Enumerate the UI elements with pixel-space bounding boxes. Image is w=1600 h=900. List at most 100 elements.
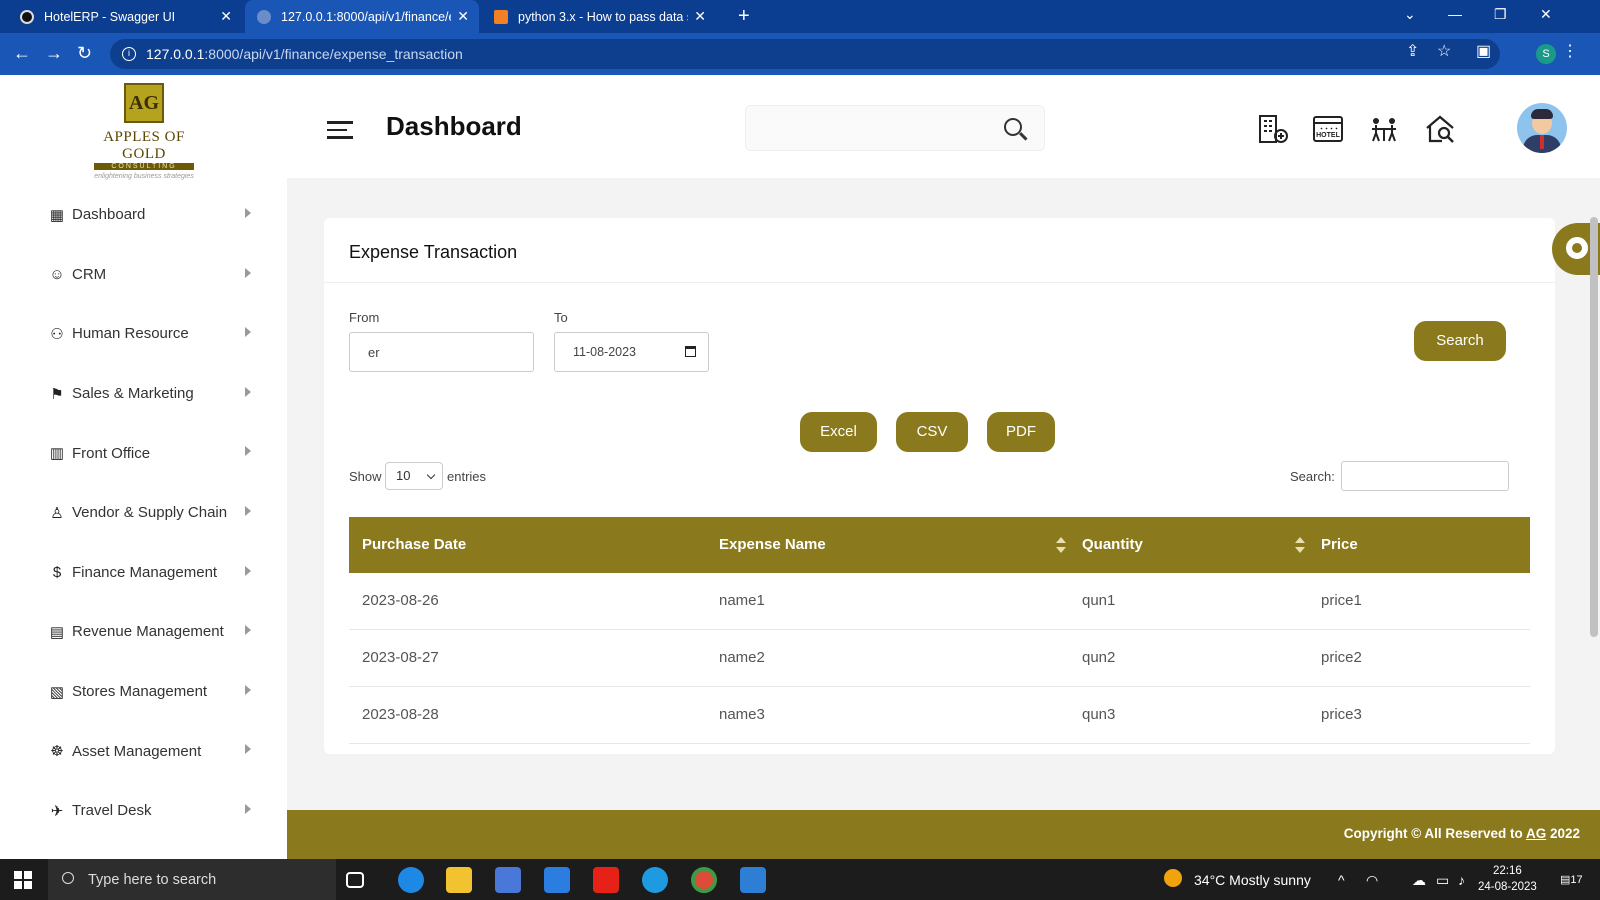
chrome-icon[interactable] [691,867,717,893]
sidebar-item-asset-management[interactable]: ☸ Asset Management [47,721,257,781]
card-title: Expense Transaction [349,242,518,262]
from-field[interactable]: er [349,332,534,372]
sidebar-item-travel-desk[interactable]: ✈ Travel Desk [47,781,257,841]
caret-right-icon [245,684,251,695]
column-header-quantity[interactable]: Quantity [1082,536,1143,553]
volume-icon[interactable]: ♪ [1458,872,1465,888]
battery-icon[interactable]: ▭ [1436,872,1449,889]
pdf-button[interactable]: PDF [987,412,1055,452]
table-row: 2023-08-26 name1 qun1 price1 [349,573,1530,630]
home-search-icon[interactable] [1424,113,1456,145]
table-header: Purchase Date Expense Name Quantity Pric… [349,517,1530,573]
sidebar-item-label: Front Office [72,444,151,462]
taskbar-search-input[interactable]: Type here to search [48,859,336,900]
copyright-link[interactable]: AG [1526,826,1546,841]
sidebar-item-front-office[interactable]: ▥ Front Office [47,423,257,483]
sidebar-item-label: Vendor & Supply Chain [72,504,228,522]
column-header-expense-name[interactable]: Expense Name [719,536,826,553]
cell-expense-name: name1 [719,592,765,609]
url-field[interactable]: i 127.0.0.1:8000/api/v1/finance/expense_… [110,39,1500,69]
to-date-field[interactable]: 11-08-2023 [554,332,709,372]
task-view-icon[interactable] [346,872,364,888]
browser-profile-avatar[interactable]: S [1536,44,1556,64]
maximize-icon[interactable]: ❐ [1494,6,1507,23]
vscode-icon[interactable] [740,867,766,893]
sidebar-item-crm[interactable]: ☺ CRM [47,245,257,305]
minimize-icon[interactable]: — [1448,6,1462,22]
browser-tab-expense[interactable]: 127.0.0.1:8000/api/v1/finance/ex ✕ [245,0,479,33]
table-row: 2023-08-27 name2 qun2 price2 [349,630,1530,687]
add-building-icon[interactable] [1257,113,1289,145]
site-info-icon[interactable]: i [122,47,136,61]
bookmark-star-icon[interactable]: ☆ [1437,41,1451,61]
entries-label: entries [447,469,487,484]
wifi-icon[interactable]: ◠ [1366,872,1378,889]
entries-select[interactable]: 10 [385,462,443,490]
column-header-purchase-date[interactable]: Purchase Date [362,536,466,553]
weather-text[interactable]: 34°C Mostly sunny [1194,872,1311,888]
notification-count: 17 [1570,874,1583,886]
youtube-icon[interactable] [593,867,619,893]
sidebar-item-human-resource[interactable]: ⚇ Human Resource [47,304,257,364]
stores-icon: ▧ [49,683,65,701]
sidebar-item-sales-marketing[interactable]: ⚑ Sales & Marketing [47,364,257,424]
sidebar-item-dashboard[interactable]: ▦ Dashboard [47,185,257,245]
browser-menu-icon[interactable]: ⋮ [1562,41,1578,61]
sidebar-item-finance-management[interactable]: $ Finance Management [47,543,257,603]
column-header-price[interactable]: Price [1321,536,1358,553]
cell-price: price3 [1321,706,1362,723]
hamburger-menu-icon[interactable] [327,121,353,144]
taskbar-clock[interactable]: 22:16 24-08-2023 [1478,863,1537,895]
user-avatar[interactable] [1517,103,1567,153]
tab-title: python 3.x - How to pass data sa [518,9,688,24]
close-icon[interactable]: ✕ [457,8,469,25]
sort-icon[interactable] [1056,537,1066,553]
browser-tab-stackoverflow[interactable]: python 3.x - How to pass data sa ✕ [482,0,716,33]
skype-icon[interactable] [642,867,668,893]
cell-purchase-date: 2023-08-27 [362,649,439,666]
file-explorer-icon[interactable] [446,867,472,893]
meeting-icon[interactable] [1368,113,1400,145]
caret-right-icon [245,803,251,814]
window-close-icon[interactable]: ✕ [1540,6,1552,23]
tab-search-icon[interactable]: ⌄ [1404,6,1416,23]
excel-button[interactable]: Excel [800,412,877,452]
close-icon[interactable]: ✕ [694,8,706,25]
tray-chevron-icon[interactable]: ^ [1338,872,1345,888]
weather-icon[interactable] [1164,869,1182,887]
search-icon[interactable] [1004,118,1022,136]
cloud-icon[interactable]: ☁ [1412,872,1426,889]
hotel-icon[interactable]: HOTEL [1312,113,1344,145]
back-icon[interactable]: ← [13,43,31,64]
company-logo[interactable]: AG APPLES OF GOLD CONSULTING enlightenin… [88,83,200,180]
expense-transaction-card: Expense Transaction From er To 11-08-202… [324,218,1555,754]
reload-icon[interactable]: ↻ [77,43,92,64]
cell-expense-name: name3 [719,706,765,723]
sort-icon[interactable] [1295,537,1305,553]
store-icon[interactable] [495,867,521,893]
edge-icon[interactable] [398,867,424,893]
mail-icon[interactable] [544,867,570,893]
side-panel-icon[interactable]: ▣ [1476,41,1491,61]
calendar-icon[interactable] [685,346,696,357]
share-icon[interactable]: ⇪ [1406,41,1419,61]
sidebar-item-vendor-supply-chain[interactable]: ♙ Vendor & Supply Chain [47,483,257,543]
sidebar-item-stores-management[interactable]: ▧ Stores Management [47,662,257,722]
new-tab-button[interactable]: + [738,5,750,28]
forward-icon[interactable]: → [45,43,63,64]
csv-button[interactable]: CSV [896,412,968,452]
divider [324,282,1555,283]
table-search-input[interactable] [1341,461,1509,491]
page-scrollbar[interactable] [1590,217,1598,637]
notification-icon[interactable]: ▤17 [1560,873,1583,886]
header-search-input[interactable] [745,105,1045,151]
search-button[interactable]: Search [1414,321,1506,361]
logo-brand: APPLES OF GOLD [103,129,185,162]
windows-start-icon[interactable] [14,871,32,889]
sidebar-item-revenue-management[interactable]: ▤ Revenue Management [47,602,257,662]
caret-right-icon [245,327,251,338]
close-icon[interactable]: ✕ [220,8,232,25]
table-search-label: Search: [1290,469,1335,484]
browser-tab-swagger[interactable]: HotelERP - Swagger UI ✕ [8,0,242,33]
page-title: Dashboard [386,111,522,141]
